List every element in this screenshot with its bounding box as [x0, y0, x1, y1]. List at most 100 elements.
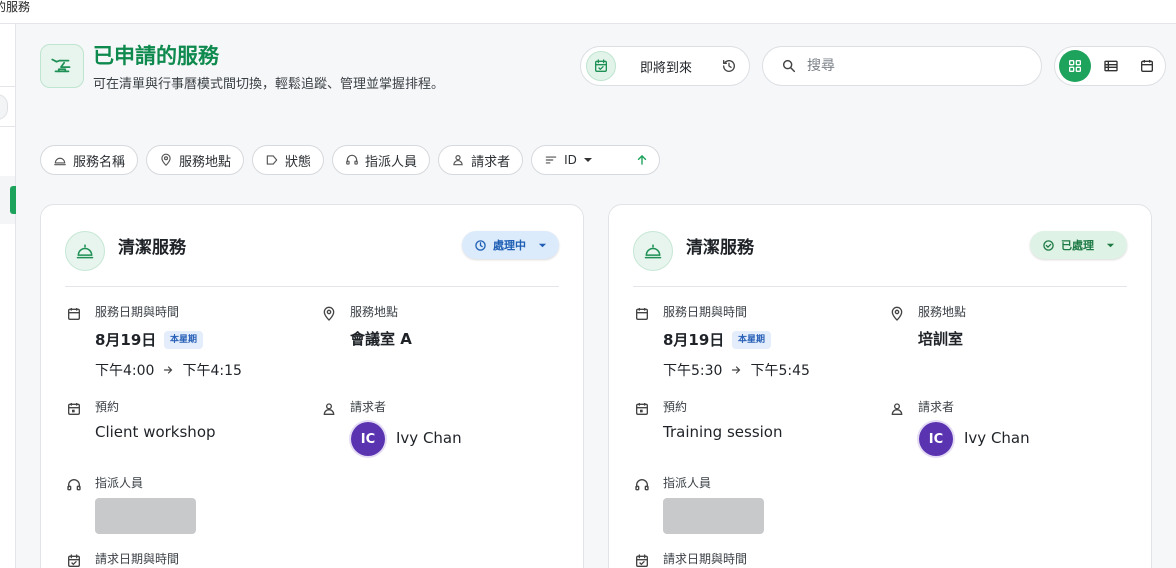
calendar-icon: [68, 308, 80, 320]
window-title: 的服務: [0, 0, 31, 14]
booking-value: Client workshop: [95, 423, 216, 441]
service-card[interactable]: 清潔服務 已處理 服務日期與時間 8月19日 本星期 下午5:30 下午5:45…: [608, 204, 1152, 568]
location-pin-icon: [891, 306, 903, 321]
status-dropdown[interactable]: 已處理: [1030, 231, 1127, 259]
booking-label: 預約: [663, 400, 688, 414]
list-icon: [1104, 60, 1118, 72]
location-pin-icon: [161, 153, 171, 167]
filter-bar: 服務名稱 服務地點 狀態 指派人員 請求者 ID: [40, 145, 661, 175]
booking-label: 預約: [95, 400, 120, 414]
window-titlebar: 的服務: [0, 0, 1176, 24]
service-time-range: 下午5:30 下午5:45: [663, 360, 810, 380]
booking-value: Training session: [663, 423, 783, 441]
status-label: 已處理: [1061, 239, 1094, 252]
service-datetime-label: 服務日期與時間: [663, 305, 748, 319]
history-icon[interactable]: [721, 58, 737, 74]
clock-icon: [475, 239, 486, 251]
time-start: 下午4:00: [95, 363, 155, 379]
page-title: 已申請的服務: [93, 44, 219, 68]
assignee-placeholder: [663, 498, 764, 534]
status-dropdown[interactable]: 處理中: [462, 231, 559, 259]
requester-label: 請求者: [918, 400, 955, 414]
person-icon: [323, 403, 335, 415]
search-input[interactable]: [807, 58, 1007, 74]
search-icon: [781, 58, 797, 74]
chevron-down-icon: [538, 243, 547, 247]
card-title: 清潔服務: [686, 238, 754, 258]
arrow-up-icon: [637, 154, 647, 165]
card-title: 清潔服務: [118, 238, 186, 258]
service-datetime-label: 服務日期與時間: [95, 305, 180, 319]
view-switcher: [1054, 46, 1166, 86]
card-header: 清潔服務 處理中: [65, 229, 559, 287]
service-time-range: 下午4:00 下午4:15: [95, 360, 242, 380]
sort-lines-icon: [545, 156, 557, 164]
person-icon: [453, 155, 463, 166]
page-subtitle: 可在清單與行事曆模式間切換，輕鬆追蹤、管理並掌握排程。: [93, 77, 445, 92]
filter-service-location[interactable]: 服務地點: [146, 145, 245, 175]
service-card[interactable]: 清潔服務 處理中 服務日期與時間 8月19日 本星期 下午4:00 下午4:15…: [40, 204, 584, 568]
time-end: 下午5:45: [750, 363, 810, 379]
calendar-check-icon: [636, 554, 648, 567]
sidebar-divider: [0, 126, 15, 127]
headset-icon: [635, 479, 649, 491]
assignee-placeholder: [95, 498, 196, 534]
sidebar-active-indicator: [10, 186, 16, 214]
filter-service-name[interactable]: 服務名稱: [40, 145, 139, 175]
status-label: 處理中: [493, 239, 526, 252]
service-bell-icon: [633, 231, 673, 271]
service-date: 8月19日: [95, 331, 157, 349]
filter-label: 請求者: [471, 154, 511, 170]
card-header: 清潔服務 已處理: [633, 229, 1127, 287]
grid-view-button[interactable]: [1059, 50, 1091, 82]
avatar: IC: [919, 422, 953, 456]
sort-control[interactable]: ID: [531, 145, 661, 175]
grid-icon: [1069, 60, 1081, 72]
time-start: 下午5:30: [663, 363, 723, 379]
assignee-label: 指派人員: [95, 476, 144, 490]
assignee-label: 指派人員: [663, 476, 712, 490]
week-badge: 本星期: [732, 331, 772, 349]
headset-icon: [67, 479, 81, 491]
filter-assignee[interactable]: 指派人員: [332, 145, 431, 175]
filter-label: 狀態: [285, 154, 312, 170]
list-view-button[interactable]: [1095, 50, 1127, 82]
sidebar-divider: [0, 86, 15, 87]
location-value: 培訓室: [918, 330, 964, 348]
calendar-view-button[interactable]: [1131, 50, 1163, 82]
service-bell-icon: [54, 157, 66, 166]
requester-label: 請求者: [350, 400, 387, 414]
service-bell-icon: [65, 231, 105, 271]
filter-requester[interactable]: 請求者: [438, 145, 524, 175]
booking-calendar-icon: [68, 403, 80, 415]
time-end: 下午4:15: [182, 363, 242, 379]
location-label: 服務地點: [918, 305, 967, 319]
location-value: 會議室 A: [350, 330, 412, 348]
person-icon: [891, 403, 903, 415]
headset-icon: [346, 154, 358, 165]
chevron-down-icon: [583, 158, 592, 162]
week-badge: 本星期: [164, 331, 204, 349]
request-datetime-label: 請求日期與時間: [663, 552, 748, 566]
sort-field: ID: [564, 153, 577, 167]
calendar-sync-icon: [586, 51, 616, 81]
booking-calendar-icon: [636, 403, 648, 415]
filter-label: 服務名稱: [73, 154, 126, 170]
arrow-right-icon: [732, 366, 741, 374]
filter-status[interactable]: 狀態: [252, 145, 325, 175]
service-date: 8月19日: [663, 331, 725, 349]
location-pin-icon: [323, 306, 335, 321]
requester-name: Ivy Chan: [396, 429, 462, 447]
arrow-right-icon: [164, 366, 173, 374]
filter-label: 服務地點: [179, 154, 232, 170]
request-datetime-label: 請求日期與時間: [95, 552, 180, 566]
tag-icon: [266, 155, 278, 165]
search-box[interactable]: [762, 46, 1042, 86]
sidebar-search[interactable]: [0, 94, 8, 120]
chevron-down-icon: [1106, 243, 1115, 247]
check-circle-icon: [1043, 239, 1054, 251]
calendar-check-icon: [68, 554, 80, 567]
upcoming-filter-button[interactable]: 即將到來: [580, 46, 750, 86]
sidebar: [0, 24, 16, 568]
location-label: 服務地點: [350, 305, 399, 319]
